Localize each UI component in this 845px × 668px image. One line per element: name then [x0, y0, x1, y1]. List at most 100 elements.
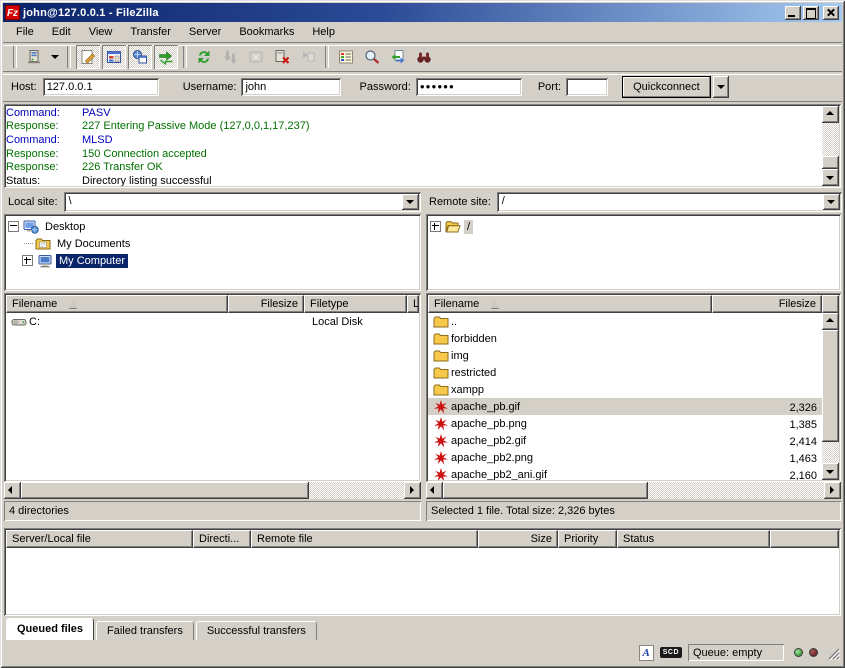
tab-queued-files[interactable]: Queued files	[6, 618, 94, 640]
speed-limits-icon[interactable]: SCD	[660, 647, 682, 658]
tree-item-my-computer[interactable]: My Computer	[8, 252, 417, 269]
column-header-filetype[interactable]: Filetype	[304, 295, 407, 313]
collapse-icon[interactable]	[8, 221, 19, 232]
quickconnect-button[interactable]: Quickconnect	[622, 76, 711, 98]
synchronized-browsing-button[interactable]	[386, 45, 410, 69]
directory-comparison-button[interactable]	[360, 45, 384, 69]
maximize-button[interactable]	[803, 6, 819, 20]
username-input[interactable]	[241, 78, 341, 96]
queue-col-remote-file[interactable]: Remote file	[251, 530, 478, 548]
cancel-operation-button[interactable]	[244, 45, 268, 69]
data-type-indicator-icon[interactable]: A	[639, 645, 654, 661]
menu-bar: File Edit View Transfer Server Bookmarks…	[3, 22, 842, 42]
toggle-message-log-button[interactable]	[76, 45, 100, 69]
toggle-remote-tree-button[interactable]	[128, 45, 152, 69]
column-header-filename[interactable]: Filename	[428, 295, 712, 313]
toolbar-separator	[325, 46, 329, 68]
local-status-text: 4 directories	[9, 505, 69, 517]
open-site-manager-button[interactable]	[22, 45, 46, 69]
chevron-down-icon	[827, 200, 835, 204]
queue-col-direction[interactable]: Directi...	[193, 530, 251, 548]
toggle-local-tree-button[interactable]	[102, 45, 126, 69]
image-file-icon	[433, 399, 449, 415]
remote-site-combo[interactable]: /	[497, 192, 842, 212]
menu-bookmarks[interactable]: Bookmarks	[230, 24, 303, 40]
remote-file-list: Filename Filesize .. forbidden img restr…	[426, 293, 841, 482]
menu-server[interactable]: Server	[180, 24, 230, 40]
column-header-filesize[interactable]: Filesize	[712, 295, 822, 313]
menu-file[interactable]: File	[7, 24, 43, 40]
scroll-left-button[interactable]	[426, 482, 443, 499]
scroll-right-button[interactable]	[824, 482, 841, 499]
host-input[interactable]	[43, 78, 159, 96]
reconnect-button[interactable]	[296, 45, 320, 69]
resize-grip[interactable]	[826, 646, 840, 660]
tree-guide	[24, 243, 33, 244]
queue-col-status[interactable]: Status	[617, 530, 770, 548]
tab-failed-transfers[interactable]: Failed transfers	[96, 621, 194, 640]
refresh-button[interactable]	[192, 45, 216, 69]
column-header-last-modified[interactable]: L	[407, 295, 419, 313]
scroll-up-button[interactable]	[822, 106, 839, 123]
minimize-button[interactable]	[785, 6, 801, 20]
queue-col-size[interactable]: Size	[478, 530, 558, 548]
scrollbar-thumb[interactable]	[822, 156, 839, 169]
scrollbar-thumb[interactable]	[21, 482, 309, 499]
scroll-left-button[interactable]	[4, 482, 21, 499]
quickconnect-dropdown-button[interactable]	[713, 76, 729, 98]
local-site-dropdown-button[interactable]	[402, 194, 419, 210]
scrollbar-thumb[interactable]	[443, 482, 648, 499]
list-item[interactable]: apache_pb2.gif 2,414	[428, 432, 822, 449]
local-site-value: \	[69, 195, 72, 207]
find-files-button[interactable]	[412, 45, 436, 69]
expand-icon[interactable]	[430, 221, 441, 232]
directory-comparison-icon	[364, 49, 380, 65]
queue-col-stub	[770, 530, 839, 548]
list-item[interactable]: forbidden	[428, 330, 822, 347]
list-item[interactable]: restricted	[428, 364, 822, 381]
menu-edit[interactable]: Edit	[43, 24, 80, 40]
toggle-transfer-queue-button[interactable]	[154, 45, 178, 69]
list-item[interactable]: apache_pb2_ani.gif 2,160	[428, 466, 822, 480]
list-item[interactable]: apache_pb2.png 1,463	[428, 449, 822, 466]
tree-item-desktop[interactable]: Desktop	[8, 218, 417, 235]
toolbar	[3, 43, 842, 71]
queue-col-priority[interactable]: Priority	[558, 530, 617, 548]
local-site-combo[interactable]: \	[64, 192, 421, 212]
list-item[interactable]: xampp	[428, 381, 822, 398]
process-queue-button[interactable]	[218, 45, 242, 69]
remote-site-dropdown-button[interactable]	[823, 194, 840, 210]
list-item[interactable]: img	[428, 347, 822, 364]
list-item[interactable]: ..	[428, 313, 822, 330]
site-manager-dropdown-button[interactable]	[48, 45, 62, 69]
scroll-up-button[interactable]	[822, 313, 839, 330]
close-button[interactable]	[823, 6, 839, 20]
menu-view[interactable]: View	[80, 24, 122, 40]
menu-help[interactable]: Help	[303, 24, 344, 40]
password-input[interactable]	[416, 78, 522, 96]
tree-item-root[interactable]: /	[430, 218, 837, 235]
scroll-down-button[interactable]	[822, 463, 839, 480]
column-header-filename[interactable]: Filename	[6, 295, 228, 313]
expand-icon[interactable]	[22, 255, 33, 266]
column-header-filesize[interactable]: Filesize	[228, 295, 304, 313]
list-item[interactable]: apache_pb.png 1,385	[428, 415, 822, 432]
queue-col-server-local-file[interactable]: Server/Local file	[6, 530, 193, 548]
scroll-down-button[interactable]	[822, 169, 839, 186]
menu-transfer[interactable]: Transfer	[121, 24, 180, 40]
log-vertical-scrollbar[interactable]	[822, 106, 839, 186]
disconnect-button[interactable]	[270, 45, 294, 69]
tab-successful-transfers[interactable]: Successful transfers	[196, 621, 317, 640]
remote-list-vertical-scrollbar[interactable]	[822, 313, 839, 480]
list-item[interactable]: C: Local Disk	[6, 313, 419, 330]
title-bar[interactable]: Fz john@127.0.0.1 - FileZilla	[3, 3, 842, 22]
scroll-right-button[interactable]	[404, 482, 421, 499]
tree-item-my-documents[interactable]: My Documents	[8, 235, 417, 252]
list-item-selected[interactable]: apache_pb.gif 2,326	[428, 398, 822, 415]
image-file-icon	[433, 450, 449, 466]
port-input[interactable]	[566, 78, 608, 96]
remote-horizontal-scrollbar[interactable]	[426, 482, 841, 499]
filter-button[interactable]	[334, 45, 358, 69]
scrollbar-thumb[interactable]	[822, 330, 839, 442]
local-horizontal-scrollbar[interactable]	[4, 482, 421, 499]
